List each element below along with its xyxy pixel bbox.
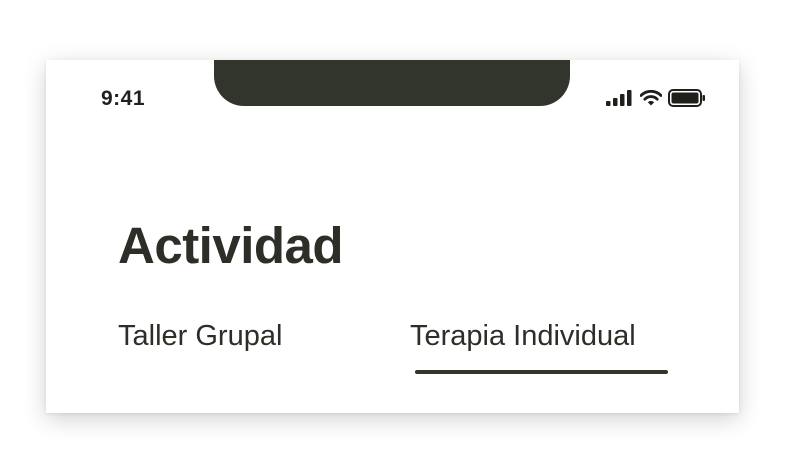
status-icons [606, 88, 706, 108]
status-time: 9:41 [101, 87, 146, 110]
phone-screen: 9:41 Actividad Taller Grupal Terapia Ind… [46, 60, 739, 413]
active-tab-indicator [415, 370, 668, 374]
canvas: 9:41 Actividad Taller Grupal Terapia Ind… [0, 0, 808, 475]
cellular-signal-icon [606, 90, 634, 106]
wifi-icon [640, 90, 662, 106]
tab-terapia-individual[interactable]: Terapia Individual [410, 322, 636, 351]
tab-taller-grupal[interactable]: Taller Grupal [118, 322, 282, 351]
battery-icon [668, 89, 706, 107]
page-title: Actividad [118, 217, 344, 274]
device-notch [214, 60, 570, 106]
